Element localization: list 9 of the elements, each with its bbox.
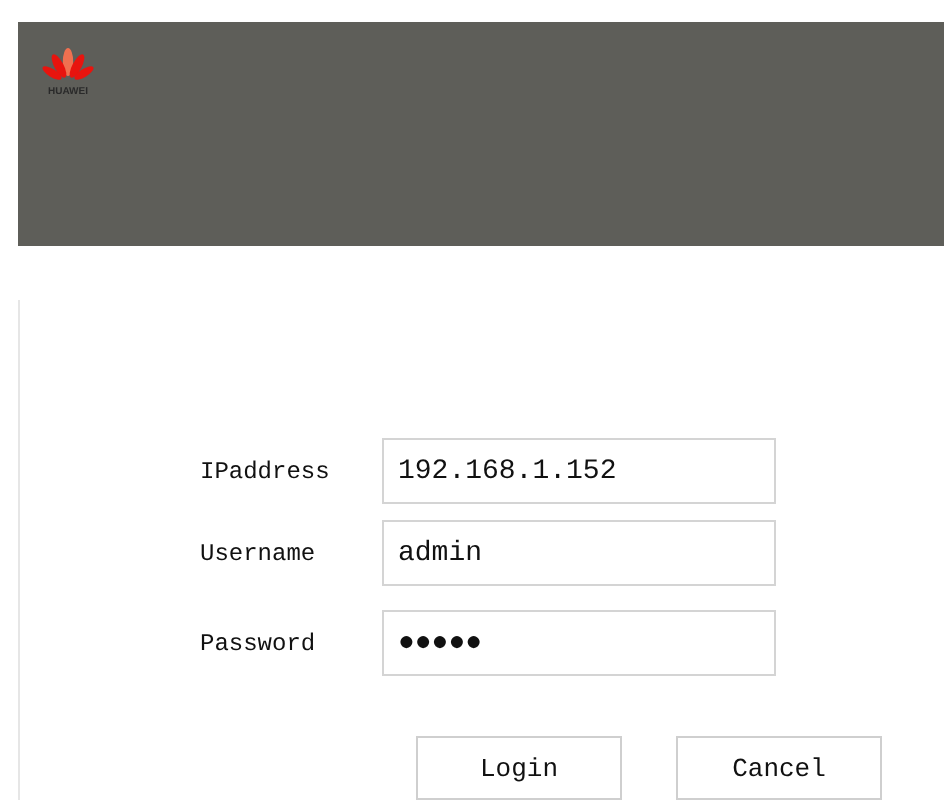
input-field[interactable]: admin [382, 520, 776, 586]
input-field[interactable]: 192.168.1.152 [382, 438, 776, 504]
form-button[interactable]: Login [416, 736, 622, 800]
logo-icon [42, 48, 94, 84]
field-label: IPaddress [200, 457, 332, 485]
field-label: Username [200, 539, 318, 567]
form-button[interactable]: Cancel [676, 736, 882, 800]
field-label: Password [200, 629, 318, 657]
input-field[interactable]: ●●●●● [382, 610, 776, 676]
